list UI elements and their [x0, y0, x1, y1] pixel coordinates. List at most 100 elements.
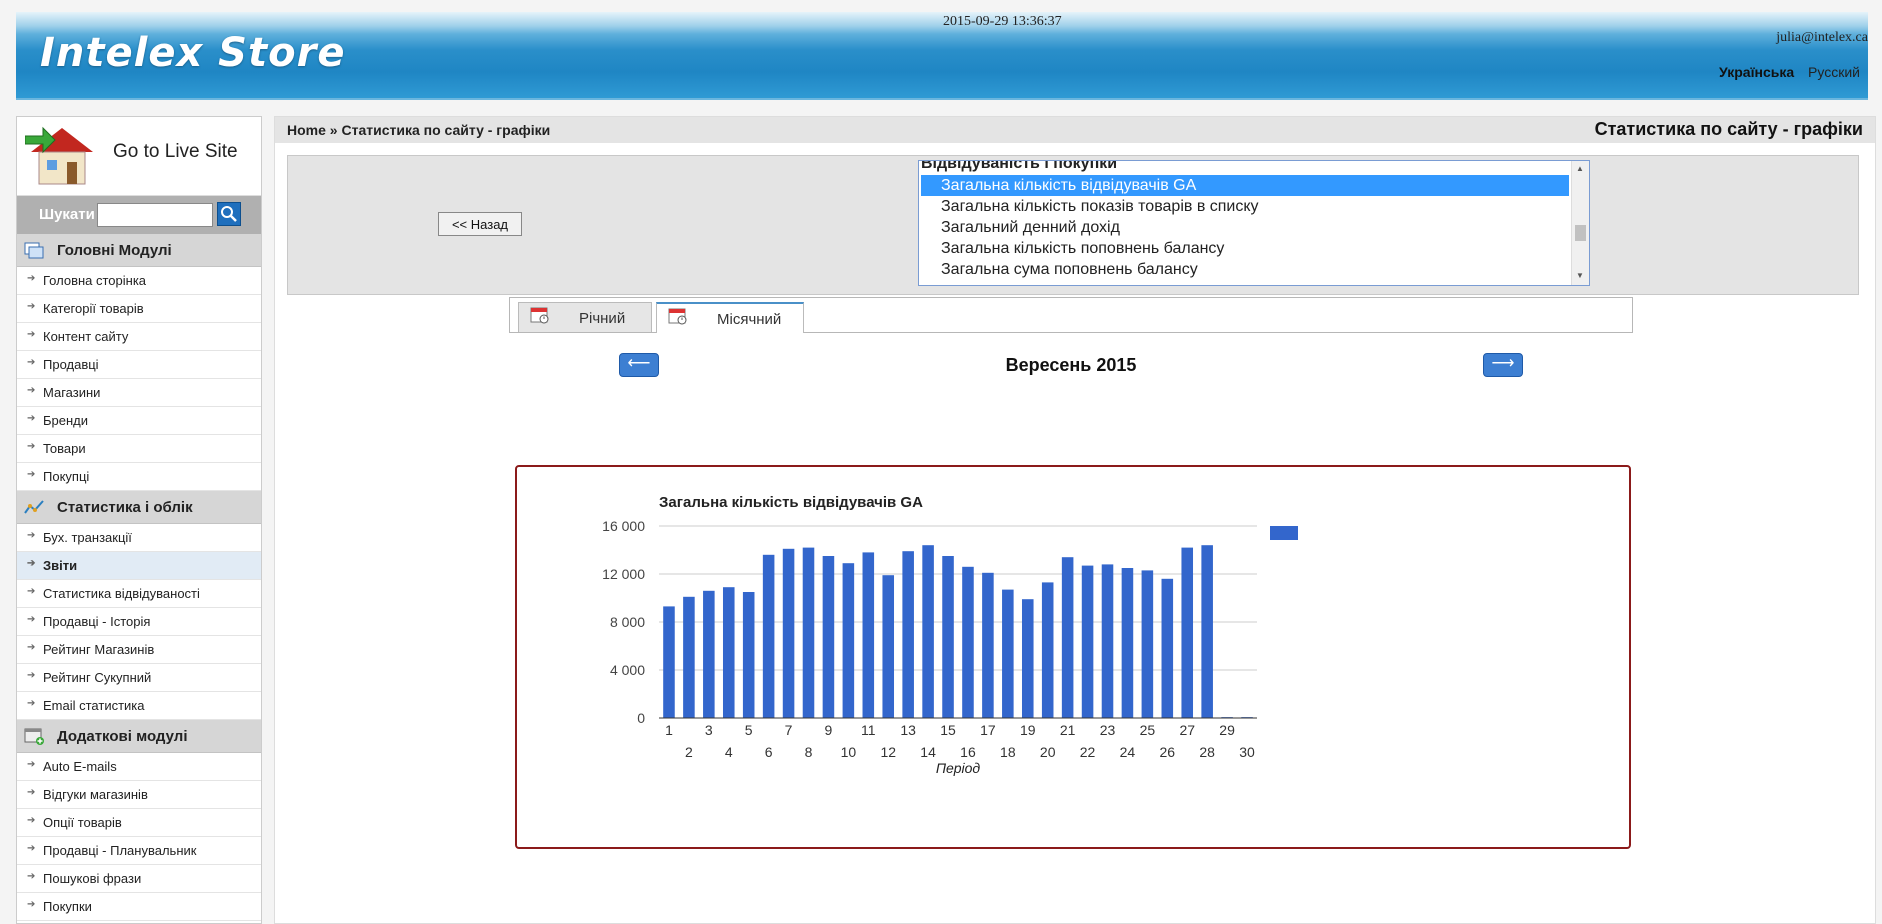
chart-container: Загальна кількість відвідувачів GA 0 4 00… — [515, 465, 1631, 849]
bullet-arrow-icon: ➔ — [27, 385, 36, 396]
sidebar-item-categories[interactable]: ➔ Категорії товарів — [17, 295, 261, 323]
bar-day-15[interactable] — [942, 556, 954, 718]
metric-option[interactable]: Загальна сума поповнень балансу — [921, 259, 1569, 280]
y-tick-label: 16 000 — [602, 518, 645, 534]
sidebar-item-shop-rating[interactable]: ➔ Рейтинг Магазинів — [17, 636, 261, 664]
tab-monthly[interactable]: Місячний — [656, 302, 804, 333]
lang-ukrainian[interactable]: Українська — [1719, 64, 1794, 80]
x-tick-label: 19 — [1020, 722, 1036, 738]
sidebar-item-seller-history[interactable]: ➔ Продавці - Історія — [17, 608, 261, 636]
sidebar-item-shops[interactable]: ➔ Магазини — [17, 379, 261, 407]
bar-day-21[interactable] — [1061, 557, 1074, 718]
bar-day-14[interactable] — [922, 545, 934, 718]
sidebar-item-products[interactable]: ➔ Товари — [17, 435, 261, 463]
metric-select[interactable]: Відвідуваність і покупки Загальна кількі… — [918, 160, 1590, 286]
scroll-up-icon[interactable]: ▲ — [1576, 164, 1584, 173]
bar-day-27[interactable] — [1181, 547, 1194, 718]
breadcrumb-separator: » — [329, 122, 338, 138]
sidebar-item-home[interactable]: ➔ Головна сторінка — [17, 267, 261, 295]
scroll-down-icon[interactable]: ▼ — [1576, 271, 1584, 280]
search-button[interactable] — [217, 202, 241, 226]
sidebar-item-label: Товари — [43, 441, 86, 456]
x-tick-label: 6 — [765, 744, 773, 760]
bar-day-6[interactable] — [762, 554, 775, 718]
sidebar-item-total-rating[interactable]: ➔ Рейтинг Сукупний — [17, 664, 261, 692]
x-tick-label: 9 — [825, 722, 833, 738]
sidebar-item-content[interactable]: ➔ Контент сайту — [17, 323, 261, 351]
section-main-modules[interactable]: Головні Модулі — [17, 234, 261, 267]
go-live-site-link[interactable]: Go to Live Site — [17, 117, 261, 196]
sidebar-item-buyers[interactable]: ➔ Покупці — [17, 463, 261, 491]
bar-day-11[interactable] — [862, 552, 875, 718]
bar-day-18[interactable] — [1002, 589, 1014, 718]
sidebar-item-label: Відгуки магазинів — [43, 787, 148, 802]
sidebar-item-transactions[interactable]: ➔ Бух. транзакції — [17, 524, 261, 552]
search-input[interactable] — [97, 203, 213, 227]
bar-day-22[interactable] — [1081, 565, 1094, 718]
bar-day-19[interactable] — [1021, 599, 1034, 718]
y-tick-label: 8 000 — [610, 614, 645, 630]
bar-day-20[interactable] — [1041, 582, 1054, 718]
next-month-button[interactable]: ⟶ — [1483, 353, 1523, 377]
bar-day-13[interactable] — [902, 551, 914, 718]
lang-russian[interactable]: Русский — [1808, 64, 1860, 80]
sidebar-item-reports[interactable]: ➔ Звіти — [17, 552, 261, 580]
bar-day-16[interactable] — [962, 566, 974, 718]
metric-option[interactable]: Загальний денний дохід — [921, 217, 1569, 238]
bar-day-1[interactable] — [663, 606, 675, 718]
sidebar-search: Шукати — [17, 196, 261, 234]
sidebar-item-sellers[interactable]: ➔ Продавці — [17, 351, 261, 379]
tab-yearly[interactable]: Річний — [518, 302, 652, 332]
sidebar-item-email-stats[interactable]: ➔ Email статистика — [17, 692, 261, 720]
bullet-arrow-icon: ➔ — [27, 871, 36, 882]
store-logo[interactable]: Intelex Store — [40, 30, 345, 76]
back-button[interactable]: << Назад — [438, 212, 522, 236]
x-tick-label: 25 — [1140, 722, 1156, 738]
user-email[interactable]: julia@intelex.ca — [1776, 30, 1868, 46]
y-tick-label: 4 000 — [610, 662, 645, 678]
bar-day-8[interactable] — [802, 547, 815, 718]
bar-day-12[interactable] — [882, 575, 895, 718]
scroll-thumb[interactable] — [1575, 225, 1586, 241]
listbox-scrollbar[interactable]: ▲ ▼ — [1571, 161, 1589, 285]
bar-day-10[interactable] — [842, 563, 855, 718]
sidebar-item-visit-stats[interactable]: ➔ Статистика відвідуваності — [17, 580, 261, 608]
section-extra-modules[interactable]: Додаткові модулі — [17, 720, 261, 753]
sidebar-item-seller-scheduler[interactable]: ➔ Продавці - Планувальник — [17, 837, 261, 865]
sidebar-item-label: Продавці - Історія — [43, 614, 151, 629]
bar-day-23[interactable] — [1101, 564, 1114, 718]
sidebar-item-search-phrases[interactable]: ➔ Пошукові фрази — [17, 865, 261, 893]
metric-option-selected[interactable]: Загальна кількість відвідувачів GA — [921, 175, 1569, 196]
sidebar-item-label: Продавці — [43, 357, 99, 372]
sidebar-item-label: Рейтинг Сукупний — [43, 670, 152, 685]
bullet-arrow-icon: ➔ — [27, 815, 36, 826]
bar-day-7[interactable] — [782, 548, 795, 718]
bar-day-26[interactable] — [1161, 578, 1174, 718]
sidebar: Go to Live Site Шукати Головні Модулі ➔ Г… — [16, 116, 262, 924]
section-statistics[interactable]: Статистика і облік — [17, 491, 261, 524]
bullet-arrow-icon: ➔ — [27, 759, 36, 770]
bar-day-5[interactable] — [742, 592, 755, 718]
sidebar-item-auto-emails[interactable]: ➔ Auto E-mails — [17, 753, 261, 781]
breadcrumb-home[interactable]: Home — [287, 122, 326, 138]
bar-day-4[interactable] — [722, 587, 735, 718]
sidebar-item-product-options[interactable]: ➔ Опції товарів — [17, 809, 261, 837]
bar-day-9[interactable] — [822, 556, 835, 718]
x-tick-label: 13 — [900, 722, 916, 738]
bar-day-28[interactable] — [1201, 545, 1213, 718]
bar-day-2[interactable] — [683, 596, 695, 718]
y-tick-label: 12 000 — [602, 566, 645, 582]
arrow-right-icon: ⟶ — [1491, 355, 1515, 372]
sidebar-item-label: Головна сторінка — [43, 273, 147, 288]
bar-day-3[interactable] — [703, 590, 715, 718]
bar-day-25[interactable] — [1141, 570, 1154, 718]
sidebar-item-purchases[interactable]: ➔ Покупки — [17, 893, 261, 921]
metric-option[interactable]: Загальна кількість показів товарів в спи… — [921, 196, 1569, 217]
sidebar-item-label: Звіти — [43, 558, 78, 573]
x-tick-label: 30 — [1239, 744, 1255, 760]
bar-day-24[interactable] — [1121, 568, 1134, 718]
sidebar-item-shop-reviews[interactable]: ➔ Відгуки магазинів — [17, 781, 261, 809]
bar-day-17[interactable] — [982, 572, 994, 718]
metric-option[interactable]: Загальна кількість поповнень балансу — [921, 238, 1569, 259]
sidebar-item-brands[interactable]: ➔ Бренди — [17, 407, 261, 435]
